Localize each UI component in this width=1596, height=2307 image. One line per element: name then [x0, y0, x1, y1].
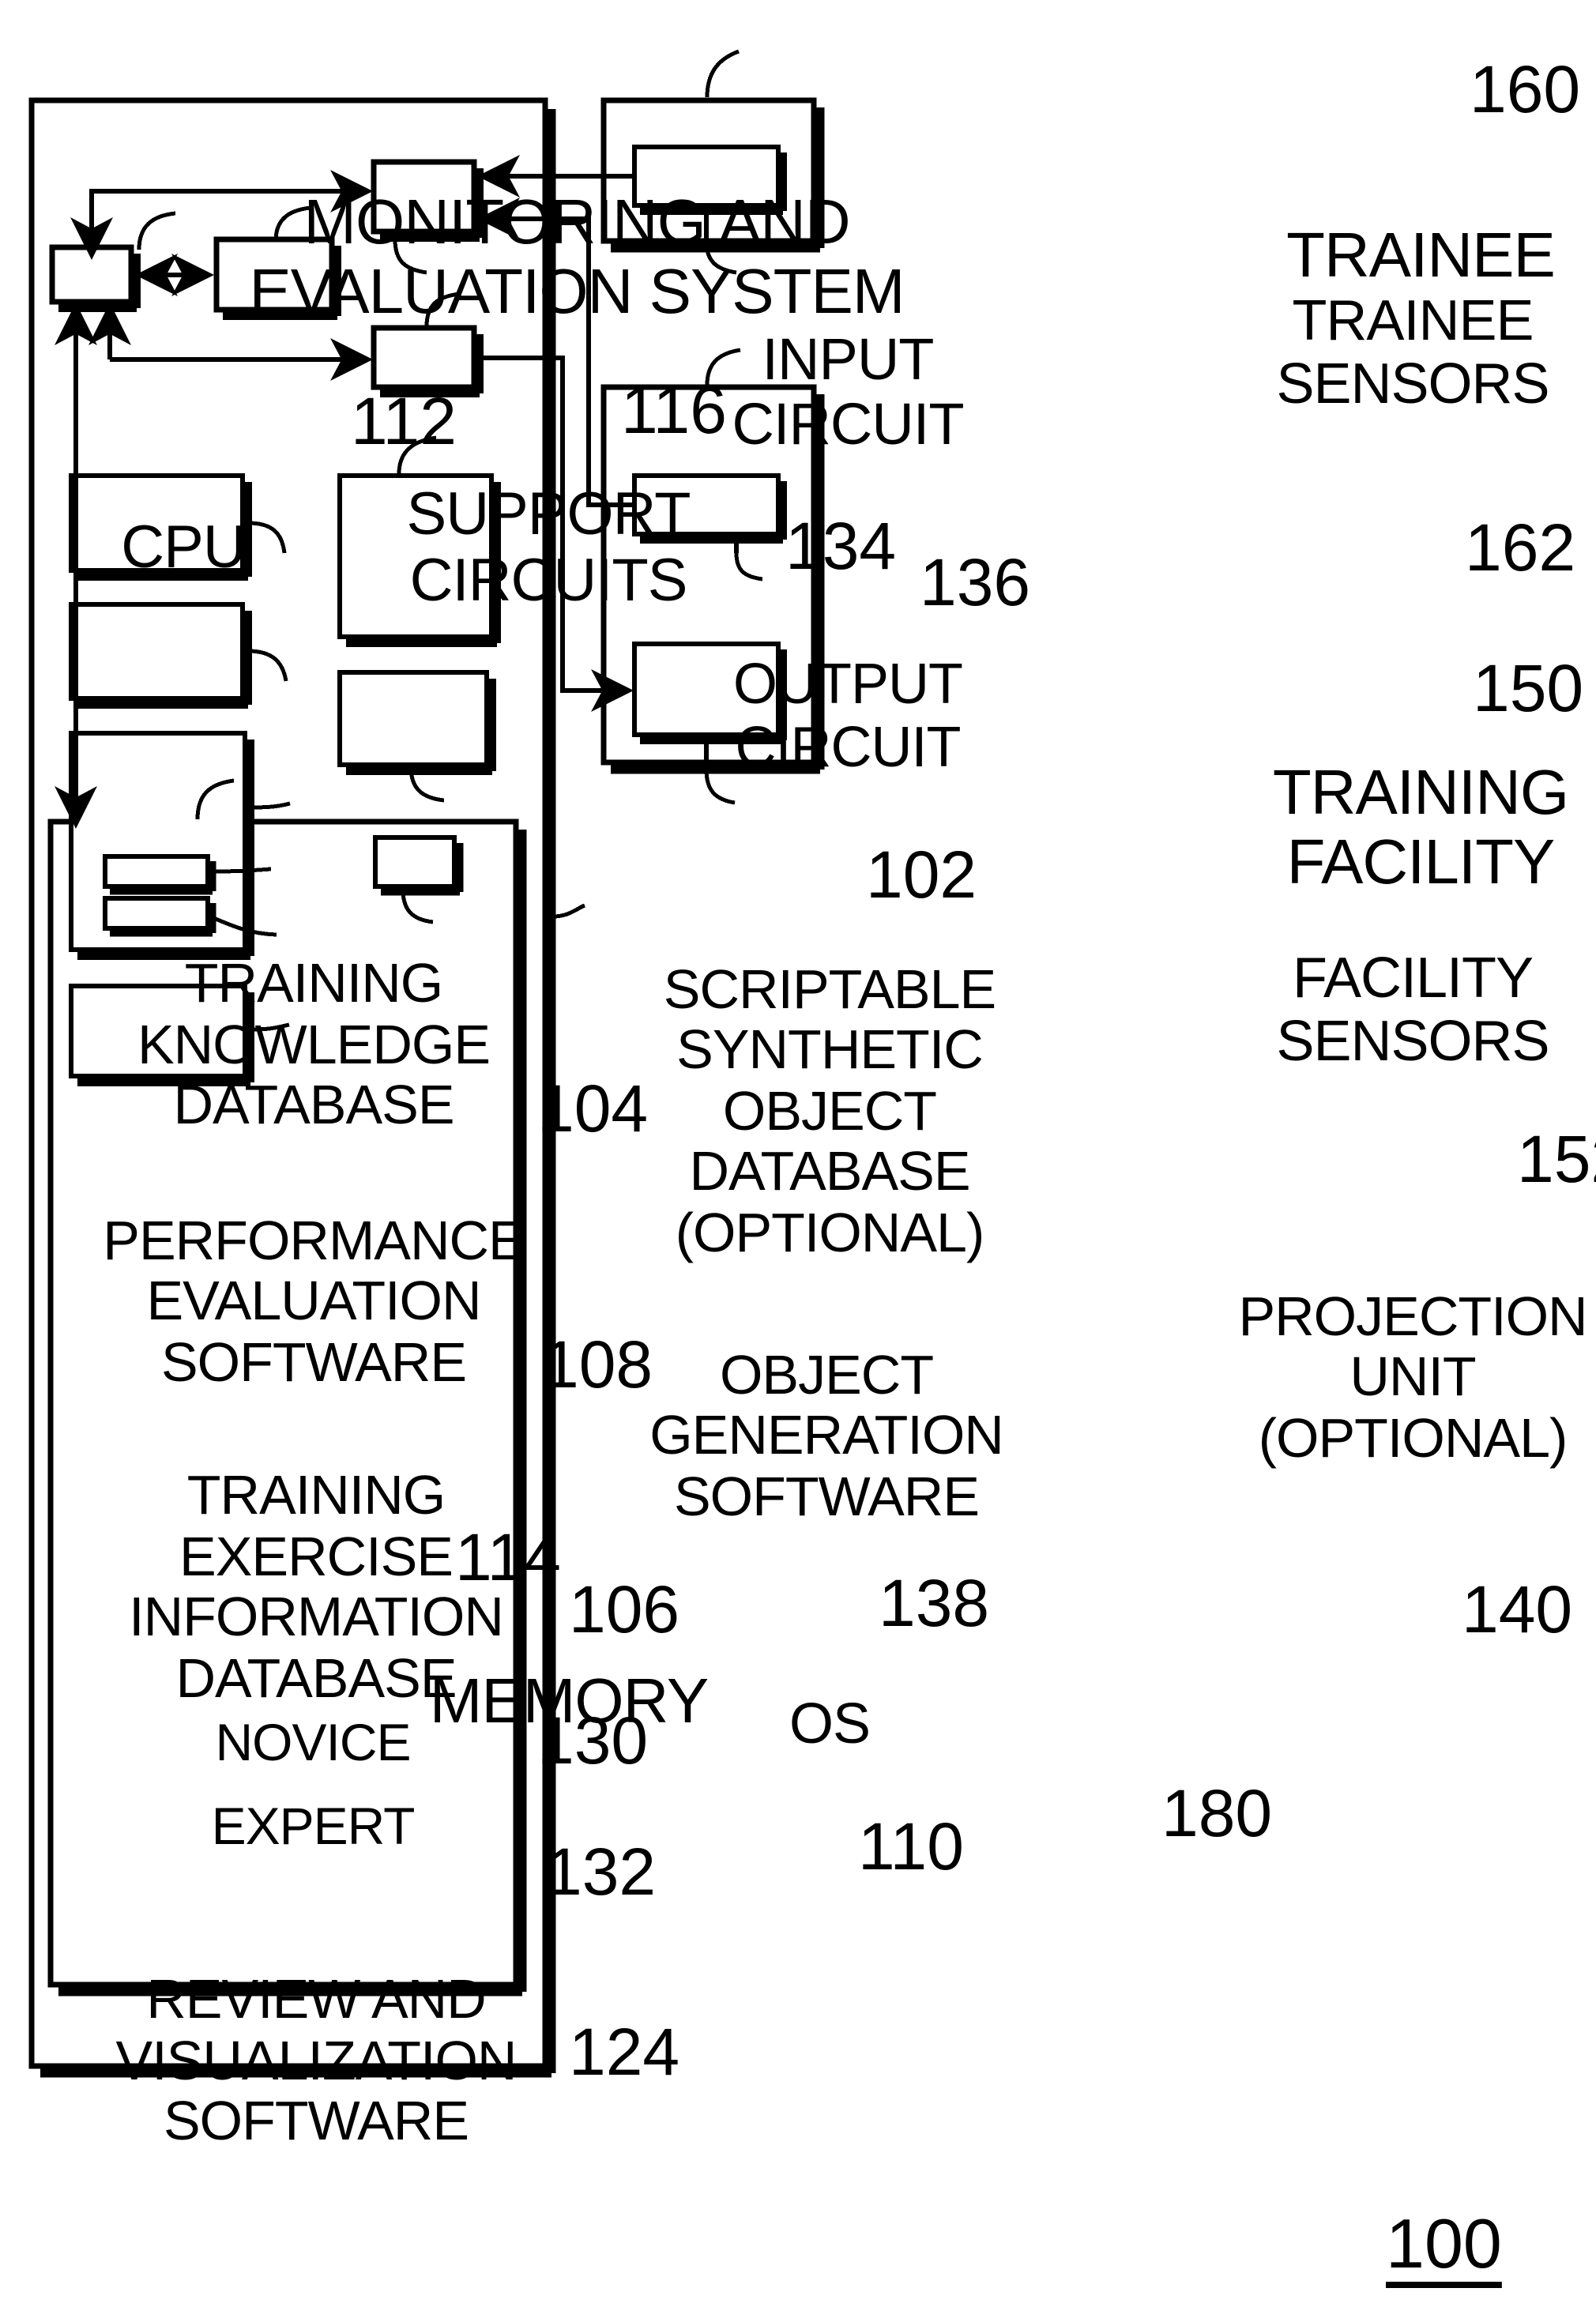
- trainee-title: TRAINEE: [1286, 221, 1556, 291]
- expert-label: EXPERT: [211, 1796, 416, 1855]
- object-generation-software-label: OBJECT GENERATION SOFTWARE: [649, 1344, 1004, 1528]
- ref-numeral-136: 136: [920, 545, 1031, 619]
- ref-numeral-110: 110: [858, 1809, 964, 1884]
- projection-unit-label: PROJECTION UNIT (OPTIONAL): [1238, 1285, 1587, 1470]
- ref-numeral-132: 132: [545, 1835, 657, 1909]
- trainee-sensors-label: TRAINEE SENSORS: [1276, 288, 1549, 416]
- figure-system-ref: 100: [1386, 2206, 1502, 2283]
- training-knowledge-database-label: TRAINING KNOWLEDGE DATABASE: [137, 953, 491, 1137]
- review-and-visualization-software-label: REVIEW AND VISUALIZATION SOFTWARE: [115, 1969, 518, 2153]
- input-circuit-block-label: INPUT CIRCUIT: [732, 327, 964, 457]
- ref-numeral-138: 138: [879, 1566, 990, 1640]
- ref-numeral-106: 106: [569, 1572, 680, 1647]
- ref-numeral-102: 102: [866, 837, 977, 912]
- ref-numeral-150: 150: [1473, 651, 1584, 725]
- os-label: OS: [789, 1691, 871, 1756]
- output-circuit-block-label: OUTPUT CIRCUIT: [733, 650, 963, 778]
- support-circuits-block-label: SUPPORT CIRCUITS: [406, 481, 691, 614]
- ref-numeral-134: 134: [785, 509, 897, 583]
- training-exercise-information-database-label: TRAINING EXERCISE INFORMATION DATABASE: [129, 1465, 504, 1709]
- patent-figure-1: MONITORING AND EVALUATION SYSTEM MEMORY …: [0, 0, 1596, 2307]
- ref-numeral-104: 104: [537, 1071, 649, 1146]
- monitoring-system-title: MONITORING AND EVALUATION SYSTEM: [249, 188, 905, 327]
- ref-numeral-116: 116: [621, 373, 727, 447]
- ref-numeral-152: 152: [1517, 1122, 1596, 1196]
- novice-label: NOVICE: [215, 1712, 411, 1771]
- ref-numeral-108: 108: [542, 1327, 653, 1402]
- scriptable-synthetic-object-database-label: SCRIPTABLE SYNTHETIC OBJECT DATABASE (OPTION…: [663, 958, 997, 1264]
- ref-numeral-130: 130: [537, 1703, 649, 1778]
- ref-numeral-180: 180: [1161, 1776, 1273, 1850]
- training-facility-title: TRAINING FACILITY: [1272, 758, 1569, 898]
- ref-numeral-124: 124: [569, 2015, 680, 2089]
- ref-numeral-162: 162: [1465, 510, 1576, 585]
- ref-numeral-114: 114: [455, 1520, 561, 1594]
- ref-numeral-112: 112: [351, 384, 457, 458]
- performance-evaluation-software-label: PERFORMANCE EVALUATION SOFTWARE: [103, 1210, 525, 1394]
- ref-numeral-140: 140: [1462, 1572, 1573, 1647]
- cpu-block-label: CPU: [121, 514, 246, 581]
- facility-sensors-label: FACILITY SENSORS: [1276, 945, 1549, 1073]
- ref-numeral-160: 160: [1470, 52, 1581, 126]
